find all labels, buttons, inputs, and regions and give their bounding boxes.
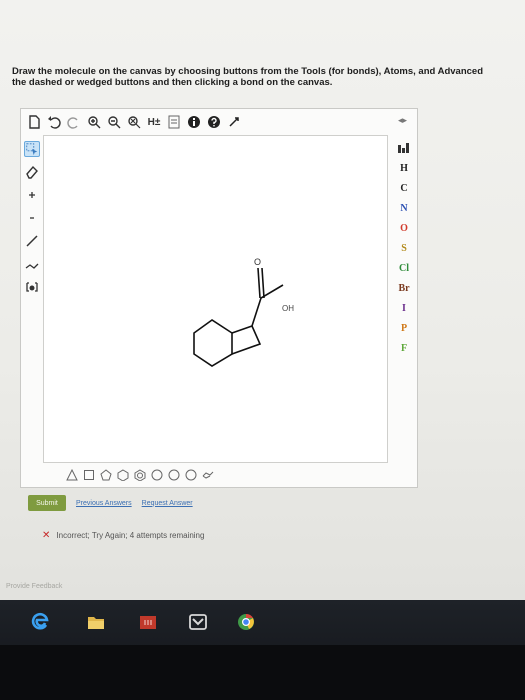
atom-button-n[interactable]: N	[394, 199, 414, 219]
nonagon-ring-icon[interactable]	[185, 469, 197, 481]
templates-icon[interactable]	[167, 115, 181, 129]
atom-button-h[interactable]: H	[394, 159, 414, 179]
ring-shapes-bar	[66, 467, 366, 483]
atom-button-i[interactable]: I	[394, 299, 414, 319]
chrome-browser-icon[interactable]	[236, 612, 256, 632]
zoom-out-icon[interactable]	[107, 115, 121, 129]
ring-b-bonds	[231, 325, 262, 355]
single-bond-icon[interactable]	[24, 233, 40, 249]
molecule-editor: H± ◂▸ O OH H C N O S Cl Br I P F	[20, 108, 418, 488]
periodic-table-icon[interactable]	[397, 141, 411, 155]
zoom-reset-icon[interactable]	[127, 115, 141, 129]
molecule-bonds	[193, 267, 284, 367]
submit-button[interactable]: Submit	[28, 495, 66, 511]
pentagon-ring-icon[interactable]	[100, 469, 112, 481]
bond-tools-panel	[21, 135, 43, 403]
drawing-canvas[interactable]: O OH	[43, 135, 388, 463]
assignment-page: Draw the molecule on the canvas by choos…	[0, 0, 525, 600]
carbonyl-double-bond	[257, 267, 265, 299]
undo-icon[interactable]	[47, 115, 61, 129]
new-document-icon[interactable]	[27, 115, 41, 129]
triangle-ring-icon[interactable]	[66, 469, 78, 481]
hexagon-ring-icon[interactable]	[117, 469, 129, 481]
molecule-drawing: O OH	[193, 257, 294, 367]
instructions: Draw the molecule on the canvas by choos…	[12, 66, 522, 88]
atom-button-br[interactable]: Br	[394, 279, 414, 299]
store-icon[interactable]	[138, 612, 158, 632]
redo-icon[interactable]	[67, 115, 81, 129]
oxygen-atom-label: O	[254, 257, 261, 267]
feedback-message: ✕ Incorrect; Try Again; 4 attempts remai…	[42, 530, 204, 541]
feedback-text: Incorrect; Try Again; 4 attempts remaini…	[56, 531, 205, 540]
edge-browser-icon[interactable]	[30, 612, 50, 632]
benzene-ring-icon[interactable]	[134, 469, 146, 481]
incorrect-icon: ✕	[42, 530, 51, 541]
atom-button-c[interactable]: C	[394, 179, 414, 199]
chain-tool-icon[interactable]	[24, 256, 40, 272]
instructions-line-2: the dashed or wedged buttons and then cl…	[12, 77, 333, 88]
ring-template-icon[interactable]	[24, 279, 40, 295]
octagon-ring-icon[interactable]	[168, 469, 180, 481]
file-explorer-icon[interactable]	[86, 612, 106, 632]
request-answer-link[interactable]: Request Answer	[142, 500, 193, 507]
hydroxyl-label: OH	[282, 304, 294, 313]
mail-app-icon[interactable]	[188, 612, 208, 632]
eraser-icon[interactable]	[24, 164, 40, 180]
info-icon[interactable]	[187, 115, 201, 129]
panel-toggle-arrows[interactable]: ◂▸	[398, 115, 407, 126]
atom-button-p[interactable]: P	[394, 319, 414, 339]
help-icon[interactable]	[207, 115, 221, 129]
negative-charge-icon[interactable]	[24, 210, 40, 226]
previous-answers-link[interactable]: Previous Answers	[76, 500, 132, 507]
provide-feedback-link[interactable]: Provide Feedback	[6, 583, 62, 590]
submission-actions: Submit Previous Answers Request Answer	[28, 495, 193, 511]
atoms-panel: H C N O S Cl Br I P F	[391, 135, 417, 403]
atom-button-cl[interactable]: Cl	[394, 259, 414, 279]
instructions-line-1: Draw the molecule on the canvas by choos…	[12, 66, 483, 77]
chair-conformation-icon[interactable]	[202, 469, 214, 481]
side-chain-bond	[251, 284, 284, 327]
explicit-hydrogens-button[interactable]: H±	[147, 115, 161, 129]
ring-a-bonds	[193, 319, 233, 367]
zoom-in-icon[interactable]	[87, 115, 101, 129]
atom-button-f[interactable]: F	[394, 339, 414, 359]
square-ring-icon[interactable]	[83, 469, 95, 481]
monitor-bezel	[0, 645, 525, 700]
editor-toolbar: H± ◂▸	[21, 109, 417, 135]
atom-button-s[interactable]: S	[394, 239, 414, 259]
positive-charge-icon[interactable]	[24, 187, 40, 203]
fullscreen-icon[interactable]	[227, 115, 241, 129]
selection-tool-icon[interactable]	[24, 141, 40, 157]
atom-button-o[interactable]: O	[394, 219, 414, 239]
heptagon-ring-icon[interactable]	[151, 469, 163, 481]
